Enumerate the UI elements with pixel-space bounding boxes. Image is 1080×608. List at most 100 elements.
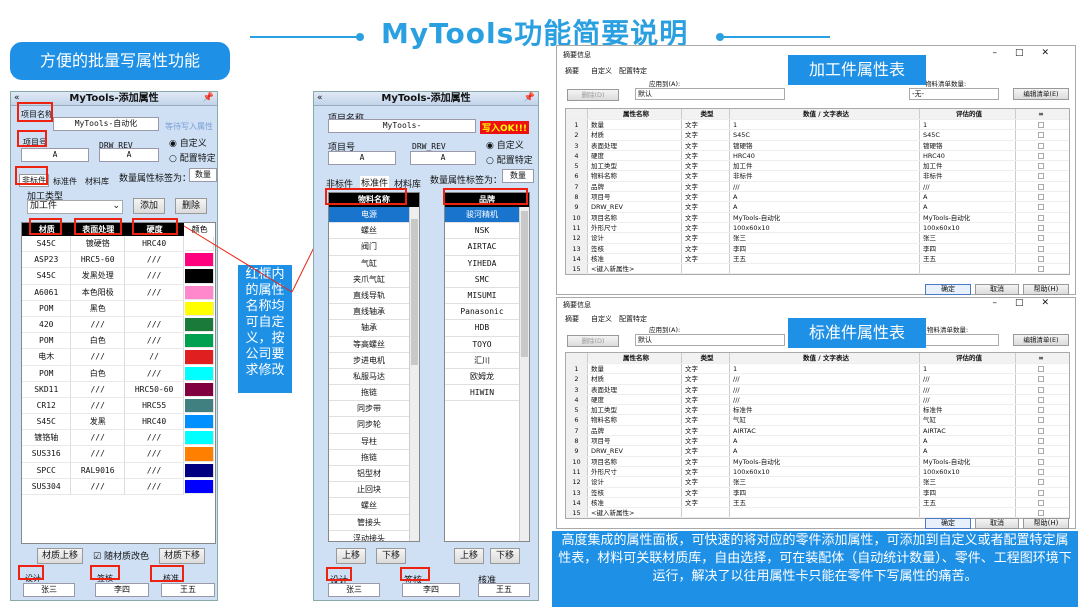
list-item[interactable]: 轴承 [329,320,409,337]
list-item[interactable]: 铝型材 [329,466,409,483]
table-row[interactable]: 4 硬度 文字////// [566,394,1069,406]
table-row[interactable]: 9 DRW_REV 文字 A A [566,202,1069,213]
list-item[interactable]: 浮动接头 [329,531,409,541]
checkbox-box[interactable] [1038,194,1044,201]
delete-button[interactable]: 删除(D) [567,335,619,347]
checkbox-box[interactable] [1038,458,1044,465]
list-item[interactable]: 同步带 [329,401,409,418]
list-item[interactable]: 直线导轨 [329,288,409,305]
checkbox[interactable] [1016,213,1066,222]
edit-list-button[interactable]: 编辑清单(E) [1013,88,1069,100]
table-row[interactable]: 14 核准 文字 王五 王五 [566,253,1069,265]
checkbox[interactable] [1016,477,1066,486]
table-row[interactable]: 6 物料名称 文字 非标件 非标件 [566,171,1069,182]
list-item[interactable]: 骏河精机 [445,207,519,224]
tab-summary[interactable]: 摘要 [565,66,579,76]
checkbox-box[interactable] [1038,122,1044,128]
scroll-thumb[interactable] [411,219,418,365]
window-controls[interactable]: –□✕ [992,48,1067,58]
radio-custom[interactable]: ◉ 自定义 [486,138,524,151]
checkbox-box[interactable] [1038,366,1044,372]
apply-select[interactable]: 默认 [635,88,785,100]
scroll-thumb[interactable] [521,211,528,357]
table-row[interactable]: 11 外形尺寸 文字 100x60x10 100x60x10 [566,466,1069,478]
checkbox[interactable] [1016,436,1066,445]
list-scrollbar[interactable] [519,207,529,541]
move-down-button[interactable]: 下移 [490,548,520,564]
checkbox[interactable] [1016,171,1066,180]
checkbox-box[interactable] [1038,468,1044,475]
table-row[interactable]: 1 数量 文字 1 1 [566,364,1069,375]
checkbox-box[interactable] [1038,132,1044,139]
project-name-field[interactable]: MyTools- [328,119,476,133]
radio-config[interactable]: ○ 配置特定 [486,153,533,166]
list-item[interactable]: 步进电机 [329,353,409,369]
checkbox-box[interactable] [1038,152,1044,159]
list-item[interactable]: 导柱 [329,434,409,450]
checkbox[interactable] [1016,457,1066,466]
list-item[interactable]: 螺丝 [329,498,409,515]
drw-rev-field[interactable]: A [410,151,476,165]
checkbox[interactable] [1016,385,1066,394]
table-row[interactable]: 4 硬度 文字 HRC40 HRC40 [566,150,1069,162]
checkbox-box[interactable] [1038,204,1044,211]
list-item[interactable]: 拖链 [329,385,409,402]
list-item[interactable]: YIHEDA [445,256,519,272]
table-row[interactable]: 7 品牌 文字////// [566,181,1069,193]
ok-button[interactable]: 确定 [925,284,971,295]
checkbox[interactable] [1016,130,1066,139]
bom-select[interactable]: -无- [909,88,999,100]
checkbox[interactable] [1016,120,1066,129]
list-item[interactable]: 拖链 [329,450,409,466]
checkbox[interactable] [1016,151,1066,160]
checkbox-box[interactable] [1038,255,1044,262]
list-scrollbar[interactable] [409,207,419,541]
tab-standard[interactable]: 标准件 [360,176,390,189]
list-item[interactable]: NSK [445,223,519,240]
list-item[interactable]: AIRTAC [445,239,519,256]
tab-material[interactable]: 材料库 [394,177,421,190]
table-row[interactable]: 5 加工类型 文字 加工件 加工件 [566,161,1069,172]
pin-icon[interactable]: 📌 [524,93,535,103]
table-row[interactable]: 12 设计 文字 张三 张三 [566,477,1069,488]
tab-custom[interactable]: 自定义 [591,314,612,324]
apply-select[interactable]: 默认 [635,334,785,346]
checkbox[interactable] [1016,374,1066,383]
delete-button[interactable]: 删除(D) [567,89,619,101]
checkbox-box[interactable] [1038,214,1044,221]
table-row[interactable]: 11 外形尺寸 文字 100x60x10 100x60x10 [566,222,1069,234]
checkbox-box[interactable] [1038,489,1044,496]
checkbox[interactable] [1016,395,1066,404]
checkbox-box[interactable] [1038,479,1044,486]
checkbox[interactable] [1016,182,1066,191]
checkbox[interactable] [1016,415,1066,424]
checkbox-box[interactable] [1038,407,1044,414]
checkbox[interactable] [1016,264,1066,273]
checkbox-box[interactable] [1038,417,1044,424]
table-row[interactable]: 10 项目名称 文字 MyTools-自动化 MyTools-自动化 [566,212,1069,223]
checkbox-box[interactable] [1038,438,1044,445]
list-item[interactable]: MISUMI [445,288,519,305]
move-up-button[interactable]: 上移 [336,548,366,564]
checkbox[interactable] [1016,446,1066,455]
table-row[interactable]: 7 品牌 文字 AIRTAC AIRTAC [566,425,1069,437]
tab-custom[interactable]: 自定义 [591,66,612,76]
list-item[interactable]: 直线轴承 [329,304,409,321]
checkbox-box[interactable] [1038,245,1044,252]
checkbox-box[interactable] [1038,183,1044,190]
ok-button[interactable]: 确定 [925,518,971,529]
table-row[interactable]: 12 设计 文字 张三 张三 [566,233,1069,244]
checkbox[interactable] [1016,254,1066,263]
checkbox[interactable] [1016,467,1066,476]
checkbox[interactable] [1016,498,1066,507]
table-row[interactable]: 8 项目号 文字 A A [566,436,1069,447]
list-item[interactable]: 气缸 [329,256,409,272]
cancel-button[interactable]: 取消 [975,284,1019,295]
table-row[interactable]: 14 核准 文字 王五 王五 [566,497,1069,509]
tab-nonstandard[interactable]: 非标件 [326,177,353,190]
list-item[interactable]: 螺丝 [329,223,409,240]
table-row[interactable]: 1 数量 文字 1 1 [566,120,1069,131]
table-row[interactable]: 15 <键入新属性> [566,264,1069,275]
collapse-icon[interactable]: « [317,93,323,103]
checkbox-box[interactable] [1038,499,1044,506]
